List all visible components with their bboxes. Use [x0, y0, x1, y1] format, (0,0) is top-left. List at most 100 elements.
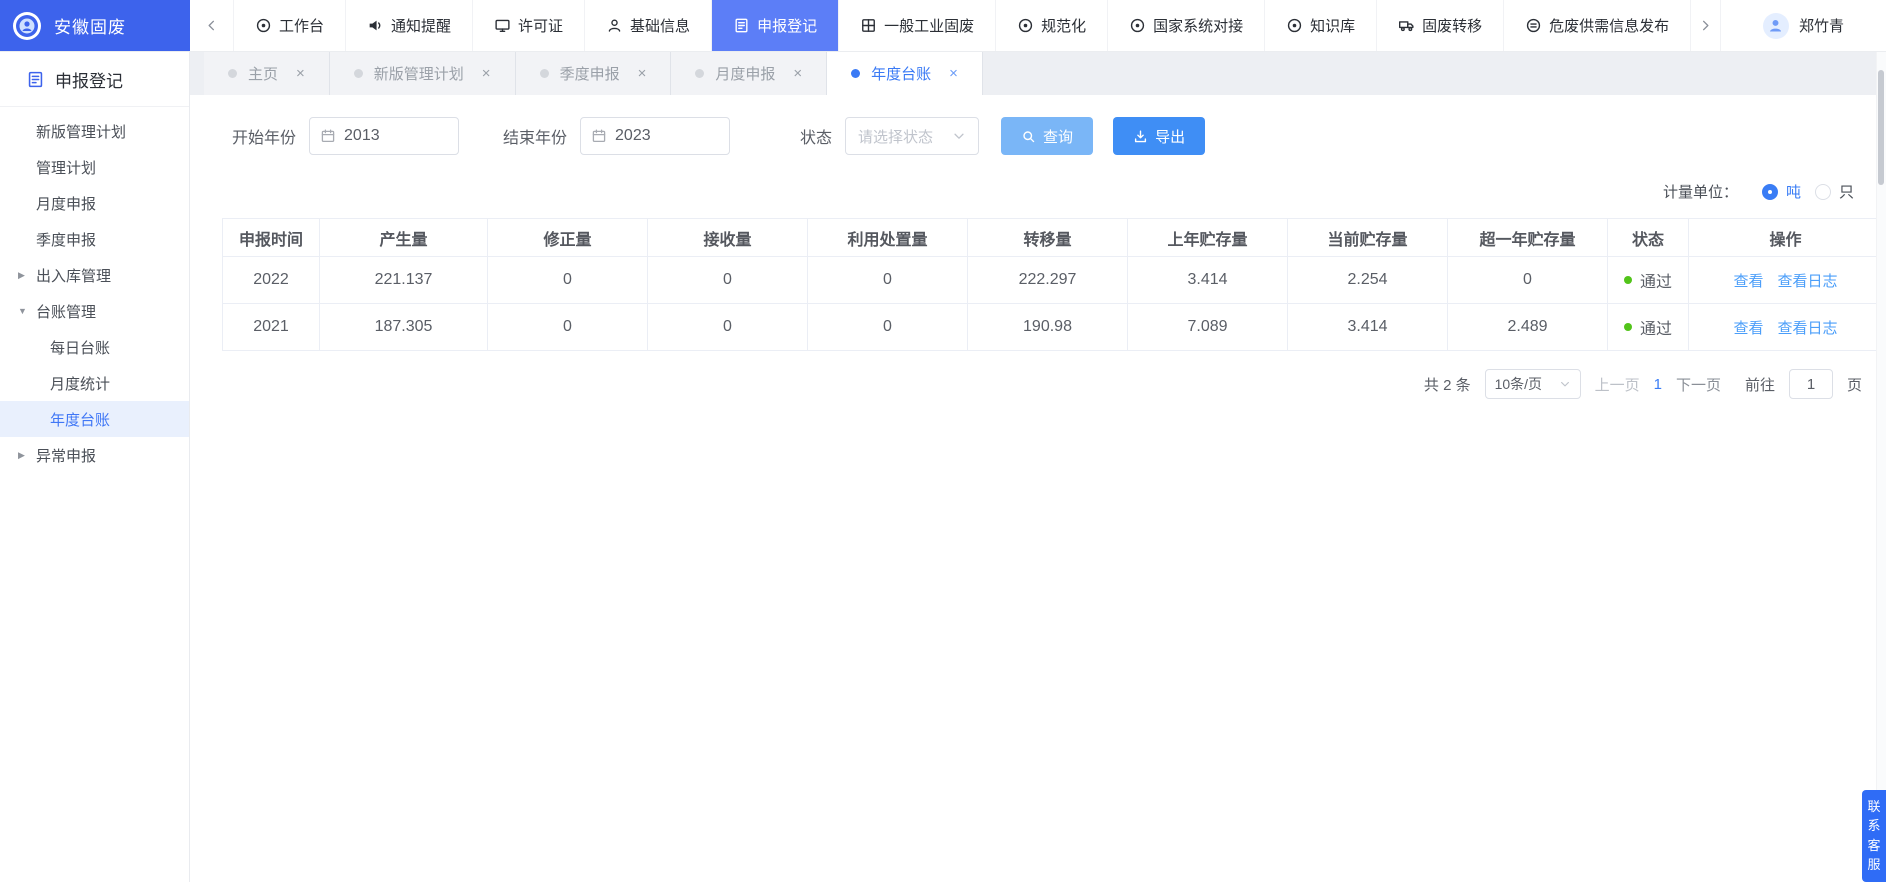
badge-icon [1525, 17, 1542, 34]
sidebar-item-6[interactable]: 每日台账 [0, 329, 189, 365]
nav-scroll-right[interactable] [1691, 0, 1721, 51]
nav-item-1[interactable]: 通知提醒 [346, 0, 473, 51]
unit-option-label: 吨 [1786, 181, 1801, 202]
sidebar-item-label: 新版管理计划 [36, 121, 126, 142]
top-navigation-bar: 安徽固废 工作台通知提醒许可证基础信息申报登记一般工业固废规范化国家系统对接 知识… [0, 0, 1886, 52]
tab-status-dot [851, 69, 860, 78]
start-year-field[interactable] [309, 117, 459, 155]
scrollbar-thumb[interactable] [1878, 70, 1884, 185]
column-header: 利用处置量 [808, 219, 968, 257]
sidebar-item-1[interactable]: 管理计划 [0, 149, 189, 185]
sidebar-item-5[interactable]: ▼台账管理 [0, 293, 189, 329]
nav-item-3[interactable]: 基础信息 [585, 0, 712, 51]
cell-year: 2021 [223, 304, 320, 351]
caret-right-icon[interactable]: ▶ [18, 270, 25, 281]
start-year-input[interactable] [344, 127, 448, 145]
tab-2[interactable]: 季度申报 × [516, 52, 672, 95]
column-header: 转移量 [968, 219, 1128, 257]
cell-value: 221.137 [320, 257, 488, 304]
end-year-input[interactable] [615, 127, 719, 145]
brand-name: 安徽固废 [54, 13, 126, 38]
user-avatar [1763, 13, 1789, 39]
goto-label: 前往 [1745, 374, 1775, 395]
sidebar-item-0[interactable]: 新版管理计划 [0, 113, 189, 149]
close-icon[interactable]: × [482, 65, 491, 82]
end-year-label: 结束年份 [503, 124, 567, 148]
nav-item-0[interactable]: 工作台 [234, 0, 346, 51]
close-icon[interactable]: × [793, 65, 802, 82]
contact-support-widget[interactable]: 联系客服 [1862, 790, 1886, 882]
support-widget-char: 联 [1867, 799, 1880, 815]
cell-value: 0 [808, 304, 968, 351]
sidebar-item-9[interactable]: ▶ 异常申报 [0, 437, 189, 473]
nav-item-10[interactable]: 危废供需信息发布 [1504, 0, 1691, 51]
support-widget-char: 系 [1867, 818, 1880, 834]
view-link[interactable]: 查看 [1733, 320, 1763, 337]
search-button[interactable]: 查询 [1001, 117, 1093, 155]
sidebar-item-7[interactable]: 月度统计 [0, 365, 189, 401]
tab-label: 年度台账 [871, 63, 931, 84]
nav-item-9[interactable]: 固废转移 [1377, 0, 1504, 51]
tab-3[interactable]: 月度申报 × [671, 52, 827, 95]
nav-item-2[interactable]: 许可证 [473, 0, 585, 51]
close-icon[interactable]: × [949, 65, 958, 82]
caret-right-icon[interactable]: ▶ [18, 450, 25, 461]
column-header: 申报时间 [223, 219, 320, 257]
unit-radio-0[interactable]: 吨 [1762, 181, 1801, 202]
unit-radio-1[interactable]: 只 [1815, 181, 1854, 202]
nav-scroll-left[interactable] [190, 0, 234, 51]
next-page-button[interactable]: 下一页 [1676, 374, 1721, 395]
caret-down-icon[interactable]: ▼ [18, 306, 27, 316]
sidebar-item-4[interactable]: ▶出入库管理 [0, 257, 189, 293]
view-log-link[interactable]: 查看日志 [1778, 273, 1838, 290]
calendar-icon [320, 128, 336, 144]
user-menu[interactable]: 郑竹青 [1721, 0, 1886, 51]
cell-value: 190.98 [968, 304, 1128, 351]
sidebar-title: 申报登记 [55, 67, 123, 92]
tab-0[interactable]: 主页× [204, 52, 330, 95]
end-year-field[interactable] [580, 117, 730, 155]
nav-item-label: 危废供需信息发布 [1549, 15, 1669, 36]
page-size-select[interactable]: 10条/页 [1485, 369, 1581, 399]
tab-4[interactable]: 年度台账 × [827, 52, 983, 95]
nav-item-label: 知识库 [1310, 15, 1355, 36]
cell-value: 3.414 [1128, 257, 1288, 304]
unit-options: 吨只 [1748, 181, 1854, 202]
sidebar: 申报登记 新版管理计划管理计划月度申报季度申报▶出入库管理▼台账管理每日台账月度… [0, 52, 190, 882]
tab-1[interactable]: 新版管理计划× [330, 52, 516, 95]
page-number-1[interactable]: 1 [1654, 376, 1662, 393]
sidebar-item-label: 异常申报 [36, 445, 96, 466]
vertical-scrollbar[interactable] [1876, 52, 1886, 882]
tab-status-dot [695, 69, 704, 78]
status-select[interactable]: 请选择状态 [845, 117, 979, 155]
close-icon[interactable]: × [638, 65, 647, 82]
sidebar-item-2[interactable]: 月度申报 [0, 185, 189, 221]
sidebar-item-3[interactable]: 季度申报 [0, 221, 189, 257]
chevron-left-icon [204, 18, 219, 33]
nav-item-5[interactable]: 一般工业固废 [839, 0, 996, 51]
doc-edit-icon [26, 70, 45, 89]
view-link[interactable]: 查看 [1733, 273, 1763, 290]
cell-value: 0 [488, 257, 648, 304]
nav-item-4[interactable]: 申报登记 [712, 0, 839, 51]
export-button[interactable]: 导出 [1113, 117, 1205, 155]
status-text: 通过 [1640, 315, 1672, 339]
cell-value: 0 [648, 257, 808, 304]
sidebar-header: 申报登记 [0, 52, 189, 107]
column-header: 上年贮存量 [1128, 219, 1288, 257]
prev-page-button[interactable]: 上一页 [1595, 374, 1640, 395]
filter-row: 开始年份 结束年份 状态 请选择状态 查询 [232, 117, 1886, 155]
brand-logo-block[interactable]: 安徽固废 [0, 0, 190, 51]
tab-label: 月度申报 [715, 63, 775, 84]
goto-page-input[interactable] [1789, 369, 1833, 399]
support-widget-char: 客 [1867, 838, 1880, 854]
tab-status-dot [354, 69, 363, 78]
tab-label: 季度申报 [560, 63, 620, 84]
view-log-link[interactable]: 查看日志 [1778, 320, 1838, 337]
close-icon[interactable]: × [296, 65, 305, 82]
sidebar-item-8[interactable]: 年度台账 [0, 401, 189, 437]
nav-item-8[interactable]: 知识库 [1265, 0, 1377, 51]
nav-item-7[interactable]: 国家系统对接 [1108, 0, 1265, 51]
nav-item-6[interactable]: 规范化 [996, 0, 1108, 51]
sidebar-item-label: 月度申报 [36, 193, 96, 214]
